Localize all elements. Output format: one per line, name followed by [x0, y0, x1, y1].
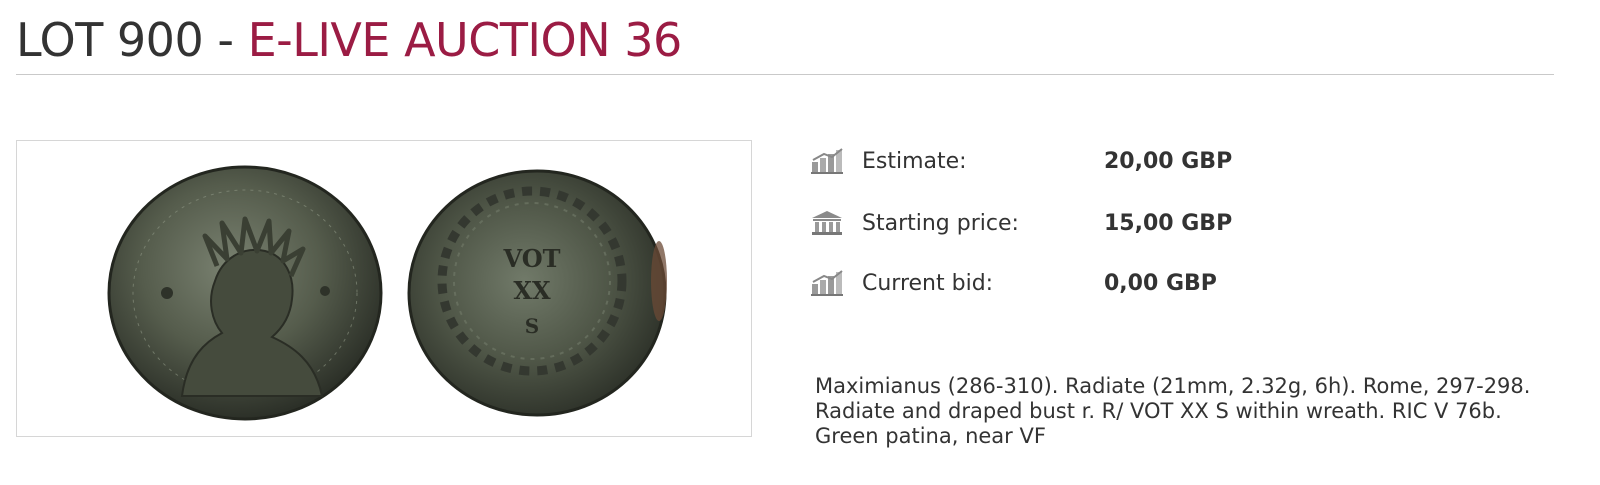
auction-name-link[interactable]: E-LIVE AUCTION 36	[248, 13, 683, 67]
current-bid-value: 0,00 GBP	[1104, 271, 1217, 296]
bank-icon	[812, 211, 842, 235]
estimate-label: Estimate:	[862, 149, 967, 174]
estimate-value: 20,00 GBP	[1104, 149, 1233, 174]
starting-price-row: Starting price: 15,00 GBP	[810, 202, 1550, 242]
current-bid-row: Current bid: 0,00 GBP	[810, 262, 1550, 302]
title-separator: -	[203, 13, 248, 67]
coin-image: VOT XX S	[107, 165, 667, 421]
reverse-inscription-line2: XX	[513, 276, 551, 305]
estimate-row: Estimate: 20,00 GBP	[810, 140, 1550, 180]
reverse-inscription-line1: VOT	[503, 244, 561, 273]
page-title: LOT 900 - E-LIVE AUCTION 36	[16, 12, 682, 68]
chart-icon	[811, 148, 843, 174]
reverse-inscription-line3: S	[525, 314, 539, 338]
page-header: LOT 900 - E-LIVE AUCTION 36	[16, 0, 1554, 75]
current-bid-label: Current bid:	[862, 271, 994, 296]
starting-price-value: 15,00 GBP	[1104, 211, 1233, 236]
lot-description: Maximianus (286-310). Radiate (21mm, 2.3…	[815, 374, 1531, 448]
coin-reverse: VOT XX S	[407, 169, 667, 417]
lot-image[interactable]: VOT XX S	[16, 140, 752, 437]
starting-price-label: Starting price:	[862, 211, 1019, 236]
lot-number: LOT 900	[16, 13, 204, 67]
chart-icon	[811, 270, 843, 296]
coin-obverse	[107, 165, 383, 421]
